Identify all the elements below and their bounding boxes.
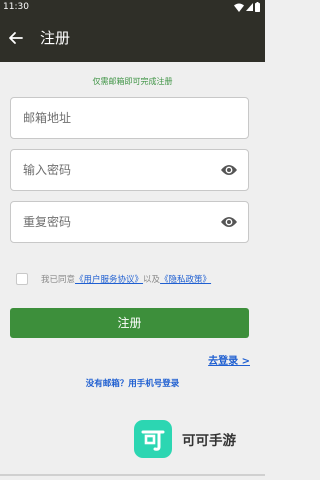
agree-prefix: 我已同意	[41, 275, 76, 285]
signal-icon	[246, 3, 253, 11]
go-login-link[interactable]: 去登录 >	[208, 352, 250, 367]
email-field[interactable]	[11, 98, 248, 138]
status-icons	[234, 2, 260, 12]
logo-ke-icon	[141, 430, 165, 451]
arrow-left-icon[interactable]	[6, 28, 26, 48]
phone-register-link[interactable]: 没有邮箱？用手机号登录	[0, 377, 265, 389]
register-button[interactable]: 注册	[10, 308, 249, 338]
page-title: 注册	[40, 29, 71, 47]
agreement-row: 我已同意《用户服务协议》以及《隐私政策》	[16, 272, 211, 286]
confirm-password-field-box	[10, 201, 249, 243]
status-bar: 11:30	[0, 0, 265, 14]
agree-checkbox[interactable]	[16, 273, 28, 285]
password-field[interactable]	[11, 150, 248, 190]
password-field-box	[10, 149, 249, 191]
confirm-password-field[interactable]	[11, 202, 248, 242]
terms-link[interactable]: 《用户服务协议》	[75, 275, 143, 285]
brand: 可可手游	[134, 420, 236, 458]
eye-icon[interactable]	[220, 163, 238, 177]
battery-icon	[255, 2, 260, 12]
agreement-text: 我已同意《用户服务协议》以及《隐私政策》	[41, 273, 211, 285]
email-field-box	[10, 97, 249, 139]
privacy-link[interactable]: 《隐私政策》	[160, 275, 211, 285]
status-time: 11:30	[3, 2, 29, 12]
register-hint: 仅需邮箱即可完成注册	[92, 77, 173, 86]
app-logo	[134, 420, 172, 458]
wifi-icon	[234, 3, 244, 12]
brand-name: 可可手游	[182, 433, 236, 449]
app-bar: 注册	[0, 14, 265, 62]
bottom-divider	[0, 474, 265, 476]
agree-and: 以及	[143, 275, 161, 285]
eye-icon[interactable]	[220, 215, 238, 229]
